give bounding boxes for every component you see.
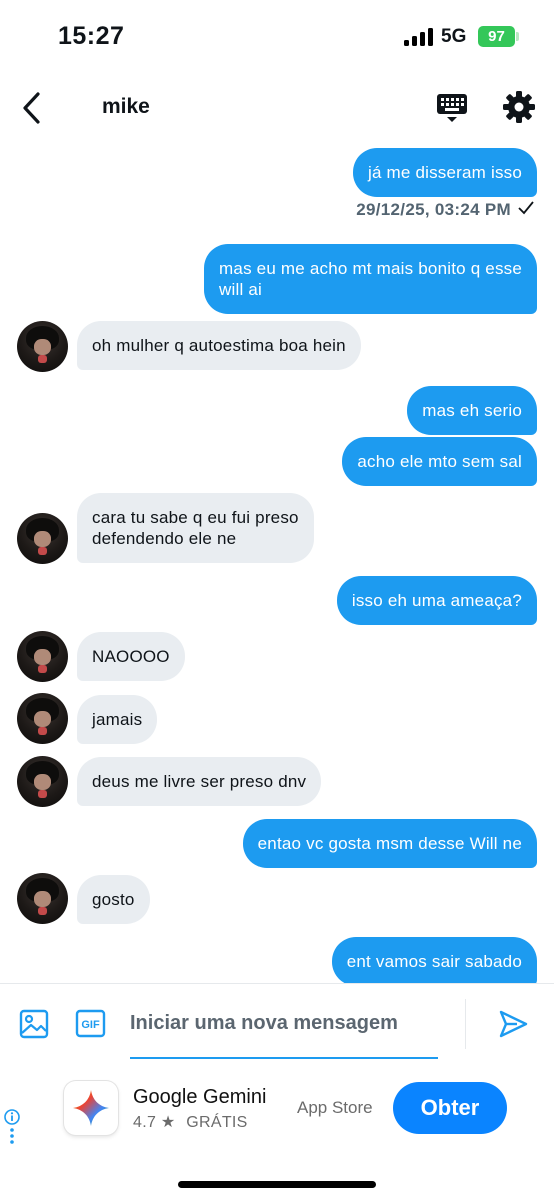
message-input[interactable] bbox=[130, 1004, 438, 1042]
ad-info-button[interactable] bbox=[4, 1108, 20, 1148]
sent-message[interactable]: entao vc gosta msm desse Will ne bbox=[242, 819, 537, 868]
contact-name[interactable]: mike bbox=[102, 95, 150, 119]
send-icon bbox=[499, 1010, 528, 1038]
message-list[interactable]: já me disseram isso 29/12/25, 03:24 PM m… bbox=[0, 140, 554, 983]
gemini-app-icon[interactable] bbox=[64, 1081, 118, 1135]
received-message[interactable]: deus me livre ser preso dnv bbox=[77, 757, 322, 806]
sent-message[interactable]: ent vamos sair sabado bbox=[331, 937, 537, 983]
keyboard-icon bbox=[437, 94, 467, 122]
timestamp-text: 29/12/25, 03:24 PM bbox=[356, 200, 511, 219]
composer-separator bbox=[465, 999, 466, 1049]
avatar[interactable] bbox=[17, 873, 68, 924]
avatar[interactable] bbox=[17, 756, 68, 807]
received-message[interactable]: jamais bbox=[77, 695, 158, 744]
conversation-header: mike bbox=[0, 78, 554, 138]
received-message[interactable]: oh mulher q autoestima boa hein bbox=[77, 321, 361, 370]
gif-label: GIF bbox=[81, 1019, 100, 1031]
app-name: Google Gemini bbox=[133, 1086, 267, 1108]
received-message[interactable]: NAOOOO bbox=[77, 632, 185, 681]
input-underline bbox=[130, 1057, 438, 1059]
battery-tip bbox=[516, 32, 519, 41]
app-ad-banner[interactable]: Google Gemini 4.7 ★ GRÁTIS App Store Obt… bbox=[0, 1064, 554, 1164]
home-indicator[interactable] bbox=[178, 1181, 376, 1188]
avatar[interactable] bbox=[17, 693, 68, 744]
app-meta: 4.7 ★ GRÁTIS bbox=[133, 1112, 248, 1132]
battery-icon: 97 bbox=[478, 26, 515, 47]
network-type: 5G bbox=[441, 26, 467, 47]
info-icon bbox=[4, 1109, 20, 1144]
gemini-sparkle-icon bbox=[73, 1090, 109, 1126]
avatar[interactable] bbox=[17, 631, 68, 682]
gif-icon: GIF bbox=[75, 1009, 106, 1038]
add-gif-button[interactable]: GIF bbox=[75, 1009, 106, 1038]
sent-message[interactable]: acho ele mto sem sal bbox=[342, 437, 537, 486]
received-message[interactable]: cara tu sabe q eu fui preso defendendo e… bbox=[77, 493, 314, 563]
app-rating: 4.7 ★ bbox=[133, 1114, 176, 1131]
clock: 15:27 bbox=[58, 22, 125, 50]
sent-message[interactable]: já me disseram isso bbox=[352, 148, 537, 197]
received-message[interactable]: gosto bbox=[77, 875, 150, 924]
send-button[interactable] bbox=[497, 1008, 529, 1040]
avatar[interactable] bbox=[17, 321, 68, 372]
sent-message[interactable]: mas eh serio bbox=[407, 386, 537, 435]
back-button[interactable] bbox=[18, 88, 48, 128]
image-icon bbox=[19, 1009, 49, 1039]
gear-icon bbox=[503, 91, 535, 123]
settings-button[interactable] bbox=[502, 90, 536, 124]
app-price: GRÁTIS bbox=[186, 1114, 248, 1131]
avatar[interactable] bbox=[17, 513, 68, 564]
chevron-left-icon bbox=[23, 92, 40, 124]
check-icon bbox=[518, 201, 534, 215]
cellular-signal-icon bbox=[404, 28, 434, 46]
get-app-button[interactable]: Obter bbox=[393, 1082, 507, 1134]
message-timestamp: 29/12/25, 03:24 PM bbox=[356, 200, 535, 220]
store-name: App Store bbox=[297, 1098, 373, 1117]
sent-message[interactable]: isso eh uma ameaça? bbox=[336, 576, 537, 625]
add-image-button[interactable] bbox=[18, 1008, 50, 1040]
message-composer: GIF bbox=[0, 984, 554, 1064]
status-bar: 15:27 5G 97 bbox=[0, 0, 554, 70]
keyboard-button[interactable] bbox=[435, 91, 469, 125]
sent-message[interactable]: mas eu me acho mt mais bonito q esse wil… bbox=[204, 244, 537, 314]
